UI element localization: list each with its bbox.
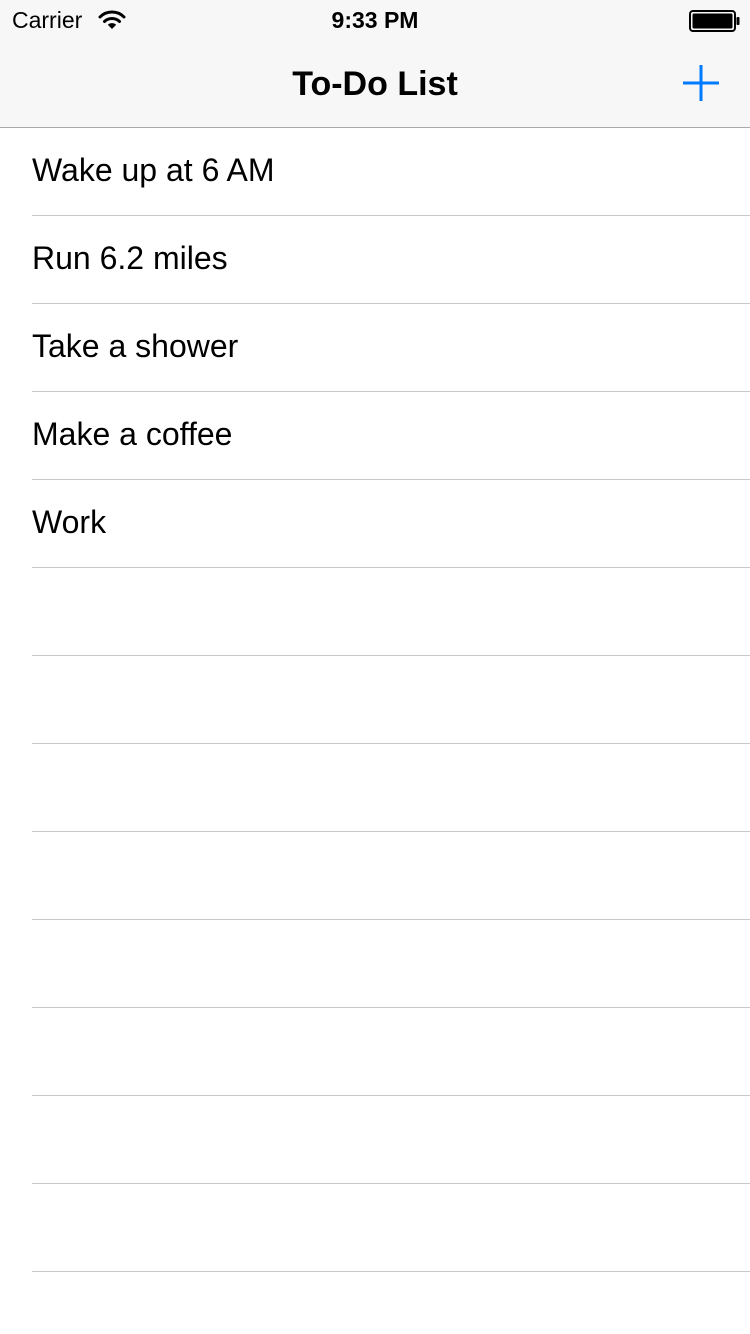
todo-label: Run 6.2 miles bbox=[32, 240, 228, 276]
screen: Carrier 9:33 PM To-Do List Wake up at 6 … bbox=[0, 0, 750, 1334]
todo-label: Wake up at 6 AM bbox=[32, 152, 275, 188]
battery-full-icon bbox=[689, 10, 740, 32]
empty-row bbox=[0, 1008, 750, 1096]
status-bar: Carrier 9:33 PM bbox=[0, 0, 750, 40]
todo-label: Make a coffee bbox=[32, 416, 233, 452]
todo-row[interactable]: Run 6.2 miles bbox=[0, 216, 750, 304]
empty-row bbox=[0, 656, 750, 744]
add-item-button[interactable] bbox=[676, 58, 726, 108]
todo-row[interactable]: Make a coffee bbox=[0, 392, 750, 480]
empty-row bbox=[0, 568, 750, 656]
todo-label: Work bbox=[32, 504, 107, 540]
todo-list: Wake up at 6 AM Run 6.2 miles Take a sho… bbox=[0, 128, 750, 1334]
todo-row[interactable]: Take a shower bbox=[0, 304, 750, 392]
empty-row bbox=[0, 1096, 750, 1184]
empty-row bbox=[0, 832, 750, 920]
status-time: 9:33 PM bbox=[331, 7, 419, 33]
todo-row[interactable]: Wake up at 6 AM bbox=[0, 128, 750, 216]
todo-row[interactable]: Work bbox=[0, 480, 750, 568]
todo-label: Take a shower bbox=[32, 328, 239, 364]
navigation-bar: To-Do List bbox=[0, 40, 750, 128]
empty-row bbox=[0, 1184, 750, 1272]
plus-icon bbox=[683, 65, 719, 101]
page-title: To-Do List bbox=[292, 65, 458, 103]
header: Carrier 9:33 PM To-Do List bbox=[0, 0, 750, 128]
empty-row bbox=[0, 744, 750, 832]
empty-row bbox=[0, 920, 750, 1008]
empty-row bbox=[0, 1272, 750, 1334]
